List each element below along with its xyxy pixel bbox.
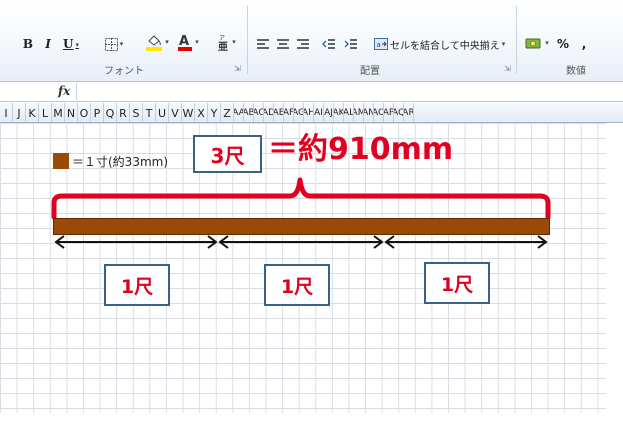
bracket-shape xyxy=(51,177,551,220)
unit-box-3[interactable]: 1尺 xyxy=(424,262,490,304)
unit-label: 1尺 xyxy=(120,275,154,298)
wood-bar[interactable] xyxy=(53,218,550,235)
unit-box-2[interactable]: 1尺 xyxy=(264,264,330,306)
unit-box-1[interactable]: 1尺 xyxy=(104,264,170,306)
unit-label: 1尺 xyxy=(280,275,314,298)
unit-label: 1尺 xyxy=(440,273,474,296)
arrow-group xyxy=(54,235,548,249)
dimension-lines xyxy=(51,177,551,249)
